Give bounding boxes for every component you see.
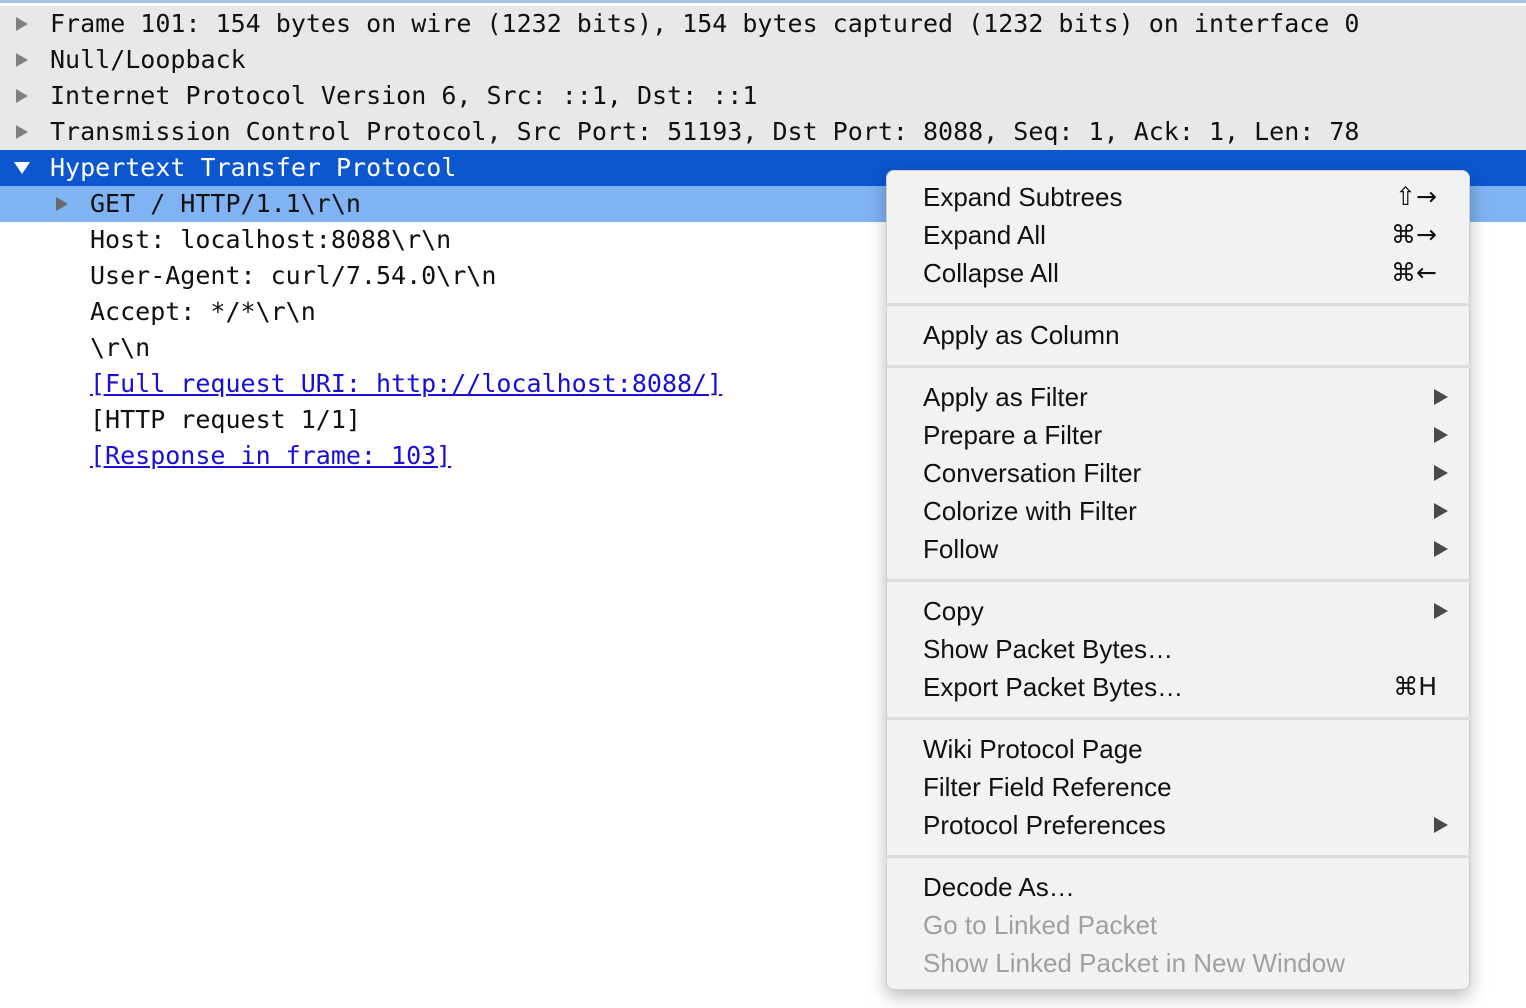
- menu-item-label: Colorize with Filter: [923, 496, 1137, 526]
- menu-item-copy[interactable]: Copy: [887, 592, 1471, 630]
- tree-row-ipv6[interactable]: Internet Protocol Version 6, Src: ::1, D…: [0, 78, 1526, 114]
- tree-row-label: Transmission Control Protocol, Src Port:…: [50, 117, 1360, 146]
- tree-row-label: Hypertext Transfer Protocol: [50, 153, 457, 182]
- menu-item-apply-as-filter[interactable]: Apply as Filter: [887, 378, 1471, 416]
- menu-item-label: Protocol Preferences: [923, 810, 1166, 840]
- tree-row-label: GET / HTTP/1.1\r\n: [90, 189, 361, 218]
- tree-row-label: Accept: */*\r\n: [90, 297, 316, 326]
- menu-item-label: Follow: [923, 534, 999, 564]
- menu-item-label: Go to Linked Packet: [923, 910, 1158, 940]
- menu-item-expand-subtrees[interactable]: Expand Subtrees ⇧→: [887, 178, 1471, 216]
- tree-row-label: Host: localhost:8088\r\n: [90, 225, 452, 254]
- menu-item-prepare-a-filter[interactable]: Prepare a Filter: [887, 416, 1471, 454]
- tree-row-tcp[interactable]: Transmission Control Protocol, Src Port:…: [0, 114, 1526, 150]
- submenu-arrow-icon: [1433, 530, 1449, 568]
- menu-separator: [887, 579, 1471, 582]
- menu-item-label: Filter Field Reference: [923, 772, 1172, 802]
- menu-separator: [887, 303, 1471, 306]
- menu-item-protocol-preferences[interactable]: Protocol Preferences: [887, 806, 1471, 844]
- menu-item-apply-as-column[interactable]: Apply as Column: [887, 316, 1471, 354]
- menu-item-show-packet-bytes[interactable]: Show Packet Bytes…: [887, 630, 1471, 668]
- tree-row-label: Null/Loopback: [50, 45, 246, 74]
- tree-row-label: Frame 101: 154 bytes on wire (1232 bits)…: [50, 9, 1360, 38]
- response-in-frame-link[interactable]: [Response in frame: 103]: [90, 438, 451, 474]
- menu-item-go-to-linked-packet: Go to Linked Packet: [887, 906, 1471, 944]
- tree-row-null-loopback[interactable]: Null/Loopback: [0, 42, 1526, 78]
- expand-triangle-icon[interactable]: [10, 42, 34, 78]
- menu-separator: [887, 855, 1471, 858]
- menu-item-label: Expand Subtrees: [923, 182, 1123, 212]
- menu-separator: [887, 365, 1471, 368]
- menu-item-label: Apply as Column: [923, 320, 1120, 350]
- tree-row-label: [HTTP request 1/1]: [90, 405, 361, 434]
- collapse-triangle-icon[interactable]: [10, 150, 34, 186]
- submenu-arrow-icon: [1433, 492, 1449, 530]
- window-top-border: [0, 0, 1526, 3]
- menu-item-label: Show Packet Bytes…: [923, 634, 1173, 664]
- menu-item-expand-all[interactable]: Expand All ⌘→: [887, 216, 1471, 254]
- menu-item-decode-as[interactable]: Decode As…: [887, 868, 1471, 906]
- full-request-uri-link[interactable]: [Full request URI: http://localhost:8088…: [90, 366, 722, 402]
- menu-item-export-packet-bytes[interactable]: Export Packet Bytes… ⌘H: [887, 668, 1471, 706]
- menu-item-label: Decode As…: [923, 872, 1075, 902]
- menu-item-follow[interactable]: Follow: [887, 530, 1471, 568]
- menu-item-conversation-filter[interactable]: Conversation Filter: [887, 454, 1471, 492]
- expand-triangle-icon[interactable]: [10, 6, 34, 42]
- expand-triangle-icon[interactable]: [50, 186, 74, 222]
- submenu-arrow-icon: [1433, 378, 1449, 416]
- expand-triangle-icon[interactable]: [10, 114, 34, 150]
- menu-item-filter-field-reference[interactable]: Filter Field Reference: [887, 768, 1471, 806]
- submenu-arrow-icon: [1433, 806, 1449, 844]
- shortcut-cmd-left: ⌘←: [1391, 258, 1437, 287]
- menu-item-label: Prepare a Filter: [923, 420, 1103, 450]
- submenu-arrow-icon: [1433, 416, 1449, 454]
- tree-row-label: Internet Protocol Version 6, Src: ::1, D…: [50, 81, 758, 110]
- expand-triangle-icon[interactable]: [10, 78, 34, 114]
- menu-item-label: Expand All: [923, 220, 1046, 250]
- menu-item-label: Collapse All: [923, 258, 1059, 288]
- shortcut-shift-right: ⇧→: [1395, 182, 1437, 211]
- context-menu: Expand Subtrees ⇧→ Expand All ⌘→ Collaps…: [886, 170, 1471, 990]
- shortcut-cmd-h: ⌘H: [1393, 672, 1437, 701]
- menu-item-label: Apply as Filter: [923, 382, 1088, 412]
- menu-item-show-linked-packet-new-window: Show Linked Packet in New Window: [887, 944, 1471, 982]
- menu-item-label: Copy: [923, 596, 984, 626]
- shortcut-cmd-right: ⌘→: [1391, 220, 1437, 249]
- menu-item-colorize-with-filter[interactable]: Colorize with Filter: [887, 492, 1471, 530]
- tree-row-label: \r\n: [90, 333, 151, 362]
- tree-row-frame[interactable]: Frame 101: 154 bytes on wire (1232 bits)…: [0, 6, 1526, 42]
- tree-row-label: User-Agent: curl/7.54.0\r\n: [90, 261, 497, 290]
- menu-item-wiki-protocol-page[interactable]: Wiki Protocol Page: [887, 730, 1471, 768]
- menu-item-label: Wiki Protocol Page: [923, 734, 1143, 764]
- menu-item-label: Show Linked Packet in New Window: [923, 948, 1345, 978]
- submenu-arrow-icon: [1433, 454, 1449, 492]
- submenu-arrow-icon: [1433, 592, 1449, 630]
- menu-separator: [887, 717, 1471, 720]
- menu-item-label: Export Packet Bytes…: [923, 672, 1184, 702]
- menu-item-collapse-all[interactable]: Collapse All ⌘←: [887, 254, 1471, 292]
- menu-item-label: Conversation Filter: [923, 458, 1142, 488]
